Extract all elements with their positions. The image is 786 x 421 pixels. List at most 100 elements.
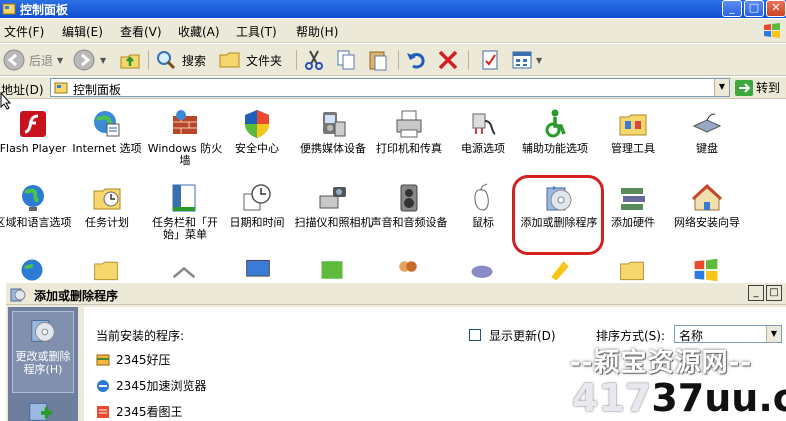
back-button[interactable]: 后退 ▼ bbox=[2, 48, 63, 72]
cp-item-scheduled-tasks[interactable]: 任务计划 bbox=[68, 182, 146, 229]
toolbar: 后退 ▼ ▼ 搜索 文件夹 ▼ bbox=[0, 44, 786, 76]
paste-button[interactable] bbox=[366, 48, 390, 72]
chevron-down-icon: ▼ bbox=[100, 55, 107, 65]
forward-button[interactable]: ▼ bbox=[72, 48, 106, 72]
show-updates-checkbox[interactable] bbox=[469, 329, 481, 341]
delete-x-icon bbox=[438, 50, 458, 70]
go-label: 转到 bbox=[756, 81, 781, 95]
dialog-titlebar: 添加或删除程序 _ □ bbox=[6, 283, 786, 305]
highlight-circle bbox=[512, 175, 604, 255]
clock-icon bbox=[243, 184, 271, 211]
menu-favorites[interactable]: 收藏(A) bbox=[178, 23, 220, 40]
cp-item-internet-options[interactable]: Internet 选项 bbox=[68, 108, 146, 155]
menu-view[interactable]: 查看(V) bbox=[120, 23, 162, 40]
go-button[interactable]: 转到 bbox=[735, 79, 780, 96]
dialog-maximize-button[interactable]: □ bbox=[766, 285, 782, 301]
cp-item-keyboard[interactable]: 键盘 bbox=[668, 108, 746, 155]
menu-help[interactable]: 帮助(H) bbox=[296, 23, 338, 40]
keyboard-icon bbox=[692, 113, 722, 133]
cp-item-scanners[interactable]: 扫描仪和照相机 bbox=[294, 182, 372, 229]
delete-button[interactable] bbox=[436, 48, 460, 72]
back-label: 后退 bbox=[29, 53, 54, 68]
cp-item-portable-media[interactable]: 便携媒体设备 bbox=[294, 108, 372, 155]
views-button[interactable]: ▼ bbox=[510, 48, 542, 72]
user-accounts-icon bbox=[321, 261, 343, 279]
address-bar: 地址(D) 控制面板 ▼ 转到 bbox=[0, 77, 786, 99]
portable-media-icon bbox=[323, 112, 346, 137]
cp-item-sounds[interactable]: 声音和音频设备 bbox=[370, 182, 448, 229]
windows-logo-icon bbox=[764, 23, 780, 38]
cp-item-firewall[interactable]: Windows 防火墙 bbox=[146, 108, 224, 167]
control-panel-icon bbox=[54, 82, 68, 94]
address-dropdown-button[interactable]: ▼ bbox=[714, 79, 729, 96]
dialog-minimize-button[interactable]: _ bbox=[748, 285, 764, 301]
change-remove-programs-button[interactable]: 更改或删除程序(H) bbox=[12, 311, 74, 393]
chevron-down-icon[interactable]: ▼ bbox=[766, 326, 781, 342]
menu-edit[interactable]: 编辑(E) bbox=[62, 23, 103, 40]
cp-item-flash[interactable]: Flash Player bbox=[0, 108, 72, 155]
search-label: 搜索 bbox=[182, 53, 207, 68]
menu-file[interactable]: 文件(F) bbox=[4, 23, 44, 40]
cp-item-label: 添加硬件 bbox=[611, 216, 655, 229]
cp-item-power[interactable]: 电源选项 bbox=[444, 108, 522, 155]
dialog-title: 添加或删除程序 bbox=[34, 289, 119, 303]
cp-item-label: 扫描仪和照相机 bbox=[294, 216, 372, 229]
browser-icon bbox=[97, 379, 109, 392]
cp-item-label: Flash Player bbox=[0, 142, 67, 155]
wireless-icon bbox=[172, 266, 196, 279]
power-icon bbox=[472, 113, 496, 135]
cp-item-label: 网络安装向导 bbox=[674, 216, 740, 229]
address-field[interactable]: 控制面板 ▼ bbox=[50, 78, 730, 97]
cut-button[interactable] bbox=[302, 48, 326, 72]
mouse-icon bbox=[474, 183, 489, 211]
add-hardware-icon bbox=[621, 188, 645, 210]
scanner-icon bbox=[319, 187, 346, 209]
cp-item-region-language[interactable]: 区域和语言选项 bbox=[0, 182, 72, 229]
properties-button[interactable] bbox=[478, 48, 502, 72]
program-row[interactable]: 2345好压 bbox=[96, 351, 171, 368]
folders-button[interactable]: 文件夹 bbox=[218, 48, 282, 72]
sound-icon bbox=[551, 261, 569, 281]
program-name: 2345好压 bbox=[116, 353, 171, 367]
minimize-button[interactable]: _ bbox=[722, 0, 742, 17]
forward-arrow-icon bbox=[73, 49, 95, 71]
undo-button[interactable] bbox=[404, 48, 428, 72]
cp-item-add-hardware[interactable]: 添加硬件 bbox=[594, 182, 672, 229]
chevron-down-icon: ▼ bbox=[536, 55, 543, 65]
undo-icon bbox=[407, 53, 425, 69]
cp-item-mouse[interactable]: 鼠标 bbox=[444, 182, 522, 229]
maximize-button[interactable]: □ bbox=[744, 0, 764, 17]
folder-icon bbox=[94, 261, 118, 281]
cp-item-label: 任务栏和「开始」菜单 bbox=[152, 216, 218, 241]
cp-item-taskbar[interactable]: 任务栏和「开始」菜单 bbox=[146, 182, 224, 241]
cp-item-label: 声音和音频设备 bbox=[370, 216, 448, 229]
cp-item-label: 电源选项 bbox=[461, 142, 505, 155]
watermark-url: 41737uu.cn bbox=[572, 378, 786, 418]
cp-item-label: Windows 防火墙 bbox=[147, 142, 223, 167]
paste-icon bbox=[369, 51, 387, 71]
cp-item-accessibility[interactable]: 辅助功能选项 bbox=[516, 108, 594, 155]
window-titlebar: 控制面板 _ □ ✕ bbox=[0, 0, 786, 18]
up-folder-button[interactable] bbox=[118, 48, 142, 72]
cp-item-admin-tools[interactable]: 管理工具 bbox=[594, 108, 672, 155]
cp-item-date-time[interactable]: 日期和时间 bbox=[218, 182, 296, 229]
menu-tools[interactable]: 工具(T) bbox=[236, 23, 277, 40]
folders-label: 文件夹 bbox=[246, 53, 283, 68]
program-row[interactable]: 2345看图王 bbox=[96, 403, 183, 420]
cp-item-network-wizard[interactable]: 网络安装向导 bbox=[668, 182, 746, 229]
cp-item-printers[interactable]: 打印机和传真 bbox=[370, 108, 448, 155]
cp-item-security-center[interactable]: 安全中心 bbox=[218, 108, 296, 155]
cp-item-label: 日期和时间 bbox=[229, 216, 285, 229]
cp-item-label: Internet 选项 bbox=[72, 142, 142, 155]
search-button[interactable]: 搜索 bbox=[154, 48, 206, 72]
program-row[interactable]: 2345加速浏览器 bbox=[96, 377, 207, 394]
network-wizard-icon bbox=[691, 183, 723, 211]
security-center-icon bbox=[245, 110, 269, 138]
windows-update-icon bbox=[694, 258, 718, 282]
close-button[interactable]: ✕ bbox=[766, 0, 786, 17]
back-arrow-icon bbox=[3, 49, 25, 71]
sort-by-select[interactable]: 名称 ▼ bbox=[674, 325, 782, 343]
properties-icon bbox=[482, 50, 498, 70]
cp-item-label: 安全中心 bbox=[235, 142, 279, 155]
copy-button[interactable] bbox=[334, 48, 358, 72]
